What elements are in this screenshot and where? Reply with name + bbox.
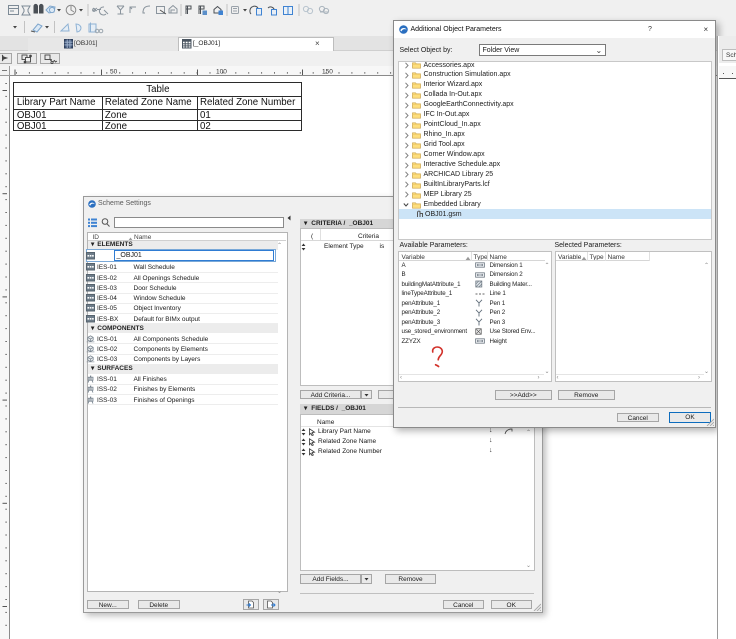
svg-text:50: 50 — [110, 68, 118, 75]
svg-text:100: 100 — [216, 68, 227, 75]
svg-text:150: 150 — [322, 68, 333, 75]
